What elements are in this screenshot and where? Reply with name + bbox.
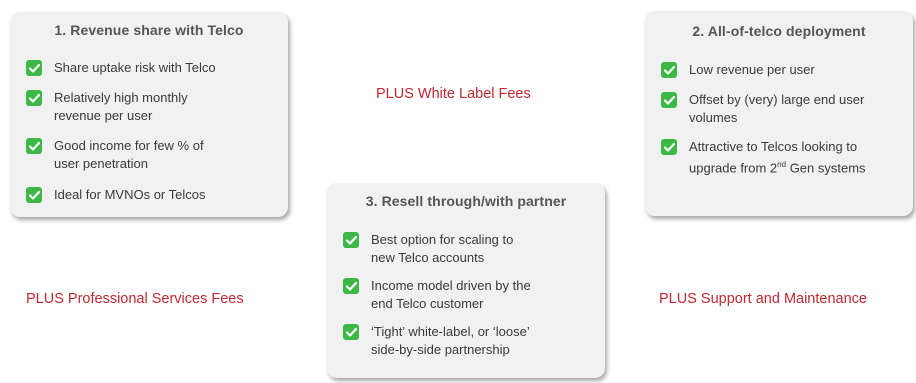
item-line: Attractive to Telcos looking to (689, 139, 858, 154)
plus-support-maintenance: PLUS Support and Maintenance (659, 291, 867, 307)
superscript-nd: nd (777, 160, 787, 169)
item-line: Best option for scaling to (371, 232, 514, 247)
item-line: Share uptake risk with Telco (54, 60, 216, 75)
list-item: Income model driven by the end Telco cus… (343, 277, 531, 313)
card-all-of-telco: 2. All-of-telco deployment Low revenue p… (645, 11, 913, 216)
checkmark-icon (343, 278, 359, 294)
item-line: Low revenue per user (689, 62, 815, 77)
item-line: revenue per user (54, 108, 153, 123)
item-line: Gen systems (786, 160, 866, 176)
item-line: upgrade from 2 (689, 160, 778, 176)
checkmark-icon (661, 92, 677, 108)
item-line: user penetration (54, 156, 148, 171)
card-title: 3. Resell through/with partner (365, 193, 567, 209)
list-item: ‘Tight’ white-label, or ‘loose’ side-by-… (343, 323, 530, 359)
item-line: ‘Tight’ white-label, or ‘loose’ (371, 324, 530, 339)
card-revenue-share: 1. Revenue share with Telco Share uptake… (10, 12, 288, 217)
checkmark-icon (343, 324, 359, 340)
item-line: Income model driven by the (371, 278, 531, 293)
item-line: volumes (689, 110, 738, 125)
checkmark-icon (26, 187, 42, 203)
plus-professional-services-fees: PLUS Professional Services Fees (26, 291, 244, 307)
card-resell-partner: 3. Resell through/with partner Best opti… (327, 183, 605, 378)
list-item: Share uptake risk with Telco (26, 59, 216, 77)
checkmark-icon (26, 138, 42, 154)
item-line: Ideal for MVNOs or Telcos (54, 187, 206, 202)
item-line: Offset by (very) large end user (689, 92, 865, 107)
list-item: Attractive to Telcos looking to upgrade … (661, 138, 866, 177)
list-item: Relatively high monthly revenue per user (26, 89, 188, 125)
plus-white-label-fees: PLUS White Label Fees (376, 86, 531, 102)
item-line: side-by-side partnership (371, 342, 510, 357)
card-title: 2. All-of-telco deployment (692, 23, 866, 39)
list-item: Good income for few % of user penetratio… (26, 137, 204, 173)
list-item: Ideal for MVNOs or Telcos (26, 186, 205, 204)
list-item: Offset by (very) large end user volumes (661, 91, 864, 127)
checkmark-icon (26, 60, 42, 76)
item-line: new Telco accounts (371, 250, 485, 265)
card-title: 1. Revenue share with Telco (54, 22, 244, 38)
item-line: Relatively high monthly (54, 90, 188, 105)
checkmark-icon (661, 62, 677, 78)
checkmark-icon (661, 139, 677, 155)
checkmark-icon (26, 90, 42, 106)
item-line: end Telco customer (371, 296, 484, 311)
item-line: Good income for few % of (54, 138, 204, 153)
list-item: Low revenue per user (661, 61, 815, 79)
checkmark-icon (343, 232, 359, 248)
list-item: Best option for scaling to new Telco acc… (343, 231, 513, 267)
